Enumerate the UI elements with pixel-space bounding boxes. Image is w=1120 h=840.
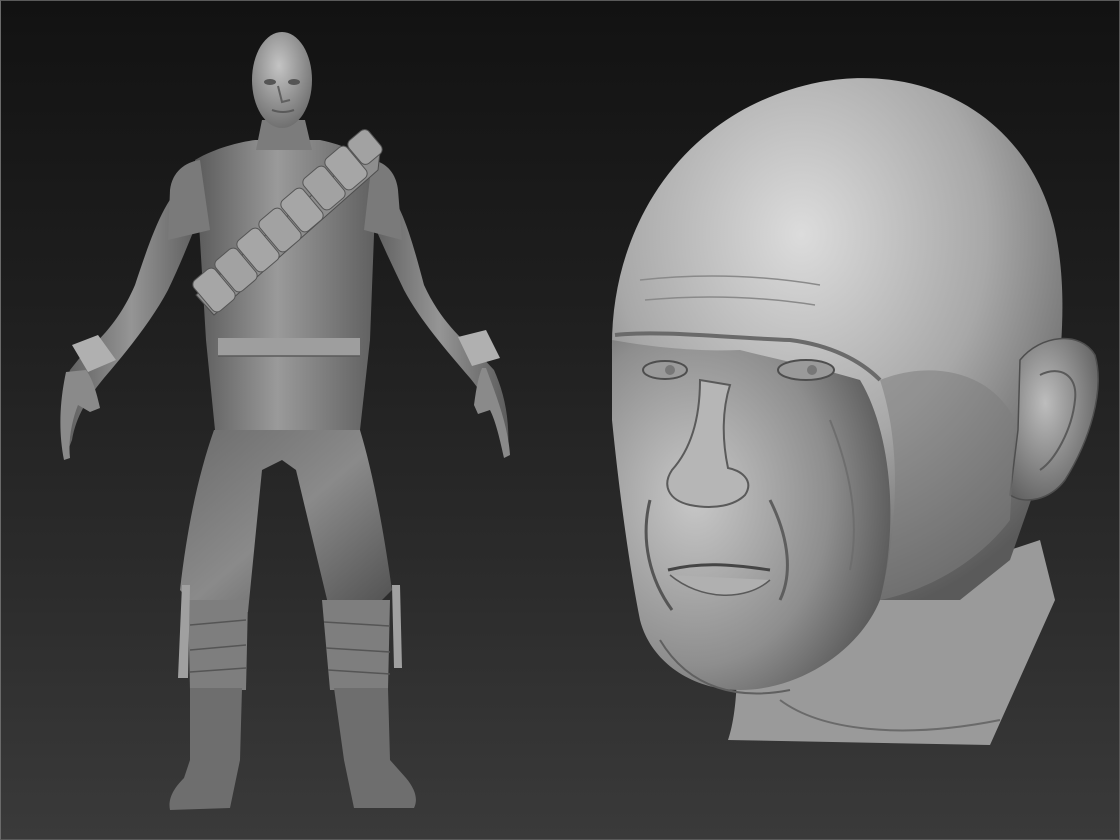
character-head [252,32,312,128]
sculpt-render [60,32,1099,810]
pants [180,430,392,612]
face [612,340,891,690]
right-boot [334,688,416,808]
full-body-character[interactable] [60,32,510,810]
head-bust[interactable] [611,78,1099,745]
left-boot [169,688,242,810]
ear [1009,337,1099,501]
zbrush-canvas[interactable] [0,0,1120,840]
